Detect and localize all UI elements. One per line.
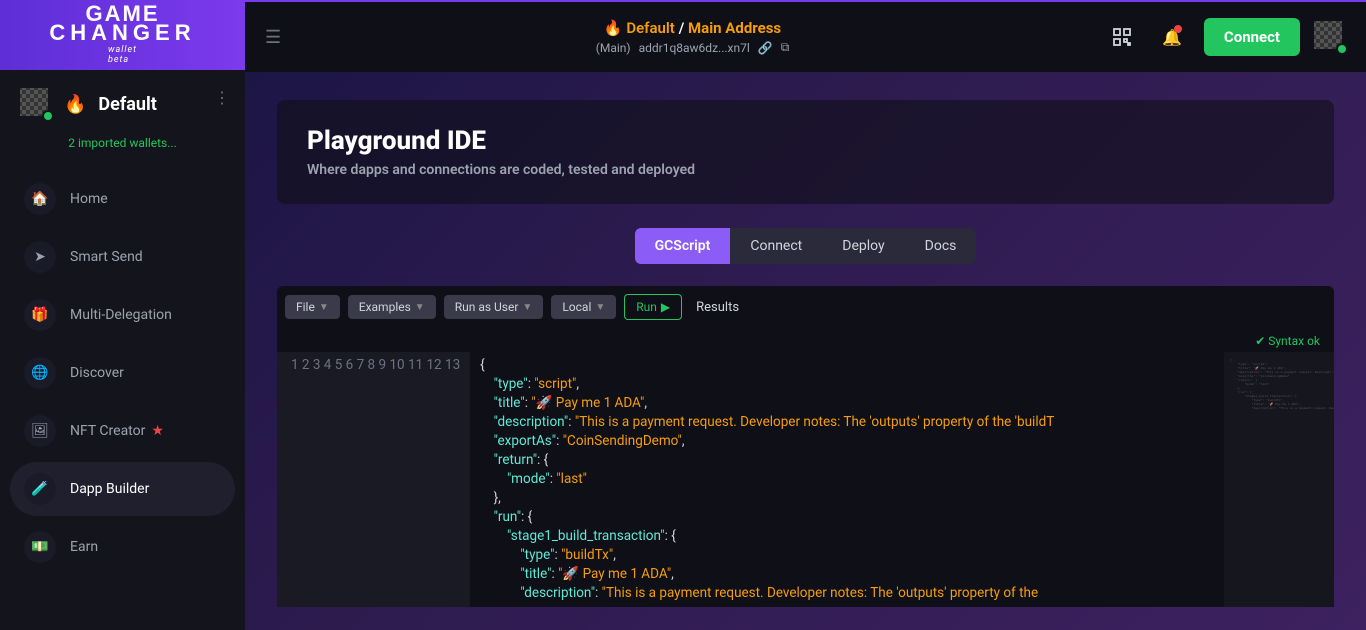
- wallet-name: Default: [98, 94, 156, 115]
- nav-icon: 🎁: [24, 299, 56, 331]
- sidebar-item-earn[interactable]: 💵 Earn: [10, 520, 235, 574]
- minimap[interactable]: { "type": "script", "title": "🚀 Pay me 1…: [1224, 352, 1334, 607]
- file-menu[interactable]: File ▼: [285, 295, 340, 319]
- status-dot: [1336, 43, 1348, 55]
- nav-icon: 🧪: [24, 473, 56, 505]
- sidebar-item-nft-creator[interactable]: 🖼 NFT Creator ★: [10, 404, 235, 458]
- editor-panel: File ▼ Examples ▼ Run as User ▼ Local ▼ …: [277, 286, 1334, 607]
- nav-label: Multi-Delegation: [70, 307, 172, 323]
- line-gutter: 1 2 3 4 5 6 7 8 9 10 11 12 13: [277, 352, 470, 607]
- sidebar-item-discover[interactable]: 🌐 Discover: [10, 346, 235, 400]
- logo[interactable]: GAME CHANGER walletbeta: [0, 0, 245, 70]
- page-subtitle: Where dapps and connections are coded, t…: [307, 162, 1304, 178]
- nav-icon: 🖼: [24, 415, 56, 447]
- tab-connect[interactable]: Connect: [730, 228, 822, 264]
- notifications-icon[interactable]: 🔔: [1154, 19, 1190, 55]
- tab-docs[interactable]: Docs: [905, 228, 977, 264]
- topbar: ☰ 🔥 Default / Main Address (Main) addr1q…: [245, 2, 1366, 72]
- nav-label: Smart Send: [70, 249, 143, 265]
- nav-label: Home: [70, 191, 108, 207]
- nav-icon: ➤: [24, 241, 56, 273]
- copy-icon[interactable]: ⧉: [781, 40, 790, 55]
- breadcrumb-default[interactable]: Default: [626, 19, 675, 37]
- run-button[interactable]: Run ▶: [624, 294, 682, 320]
- star-icon: ★: [151, 423, 164, 439]
- link-icon[interactable]: 🔗: [758, 41, 773, 55]
- logo-line2: CHANGER: [49, 24, 195, 43]
- main: ☰ 🔥 Default / Main Address (Main) addr1q…: [245, 0, 1366, 630]
- breadcrumb-main[interactable]: Main Address: [688, 19, 781, 37]
- examples-menu[interactable]: Examples ▼: [348, 295, 436, 319]
- user-avatar[interactable]: [1314, 21, 1346, 53]
- nav-icon: 🌐: [24, 357, 56, 389]
- status-dot: [42, 110, 54, 122]
- imported-wallets[interactable]: 2 imported wallets...: [0, 130, 245, 164]
- nav-label: Dapp Builder: [70, 481, 149, 497]
- menu-toggle[interactable]: ☰: [265, 27, 281, 48]
- page-title: Playground IDE: [307, 126, 1304, 156]
- wallet-header: 🔥 Default ⋮: [0, 70, 245, 130]
- nav-label: Earn: [70, 539, 98, 555]
- tab-deploy[interactable]: Deploy: [822, 228, 904, 264]
- nav-icon: 🏠: [24, 183, 56, 215]
- nav: 🏠 Home ➤ Smart Send 🎁 Multi-Delegation 🌐 Discov…: [0, 164, 245, 586]
- local-menu[interactable]: Local ▼: [551, 295, 616, 319]
- code-editor[interactable]: 1 2 3 4 5 6 7 8 9 10 11 12 13 { "type": …: [277, 352, 1334, 607]
- sidebar-item-multi-delegation[interactable]: 🎁 Multi-Delegation: [10, 288, 235, 342]
- sidebar-item-dapp-builder[interactable]: 🧪 Dapp Builder: [10, 462, 235, 516]
- connect-button[interactable]: Connect: [1204, 18, 1300, 56]
- runas-menu[interactable]: Run as User ▼: [444, 295, 544, 319]
- syntax-status: ✔ Syntax ok: [277, 330, 1334, 352]
- page-header: Playground IDE Where dapps and connectio…: [277, 100, 1334, 204]
- more-menu[interactable]: ⋮: [214, 88, 230, 107]
- address-value[interactable]: addr1q8aw6dz...xn7l: [639, 41, 750, 55]
- wallet-avatar[interactable]: [20, 88, 52, 120]
- code-area[interactable]: { "type": "script", "title": "🚀 Pay me 1…: [470, 352, 1224, 607]
- notification-dot: [1174, 25, 1182, 33]
- qr-icon[interactable]: [1104, 19, 1140, 55]
- logo-sub: walletbeta: [108, 45, 137, 65]
- content: Playground IDE Where dapps and connectio…: [245, 72, 1366, 630]
- results-link[interactable]: Results: [696, 300, 739, 315]
- sidebar: GAME CHANGER walletbeta 🔥 Default ⋮ 2 im…: [0, 0, 245, 630]
- nav-label: Discover: [70, 365, 124, 381]
- tab-gcscript[interactable]: GCScript: [635, 228, 731, 264]
- address-prefix: (Main): [596, 41, 631, 55]
- nav-icon: 💵: [24, 531, 56, 563]
- breadcrumb: 🔥 Default / Main Address (Main) addr1q8a…: [297, 19, 1088, 55]
- flame-icon: 🔥: [64, 94, 86, 115]
- flame-icon: 🔥: [604, 19, 623, 37]
- sidebar-item-home[interactable]: 🏠 Home: [10, 172, 235, 226]
- nav-label: NFT Creator: [70, 423, 145, 439]
- ide-tabs: GCScriptConnectDeployDocs: [277, 228, 1334, 264]
- sidebar-item-smart-send[interactable]: ➤ Smart Send: [10, 230, 235, 284]
- editor-toolbar: File ▼ Examples ▼ Run as User ▼ Local ▼ …: [277, 294, 1334, 330]
